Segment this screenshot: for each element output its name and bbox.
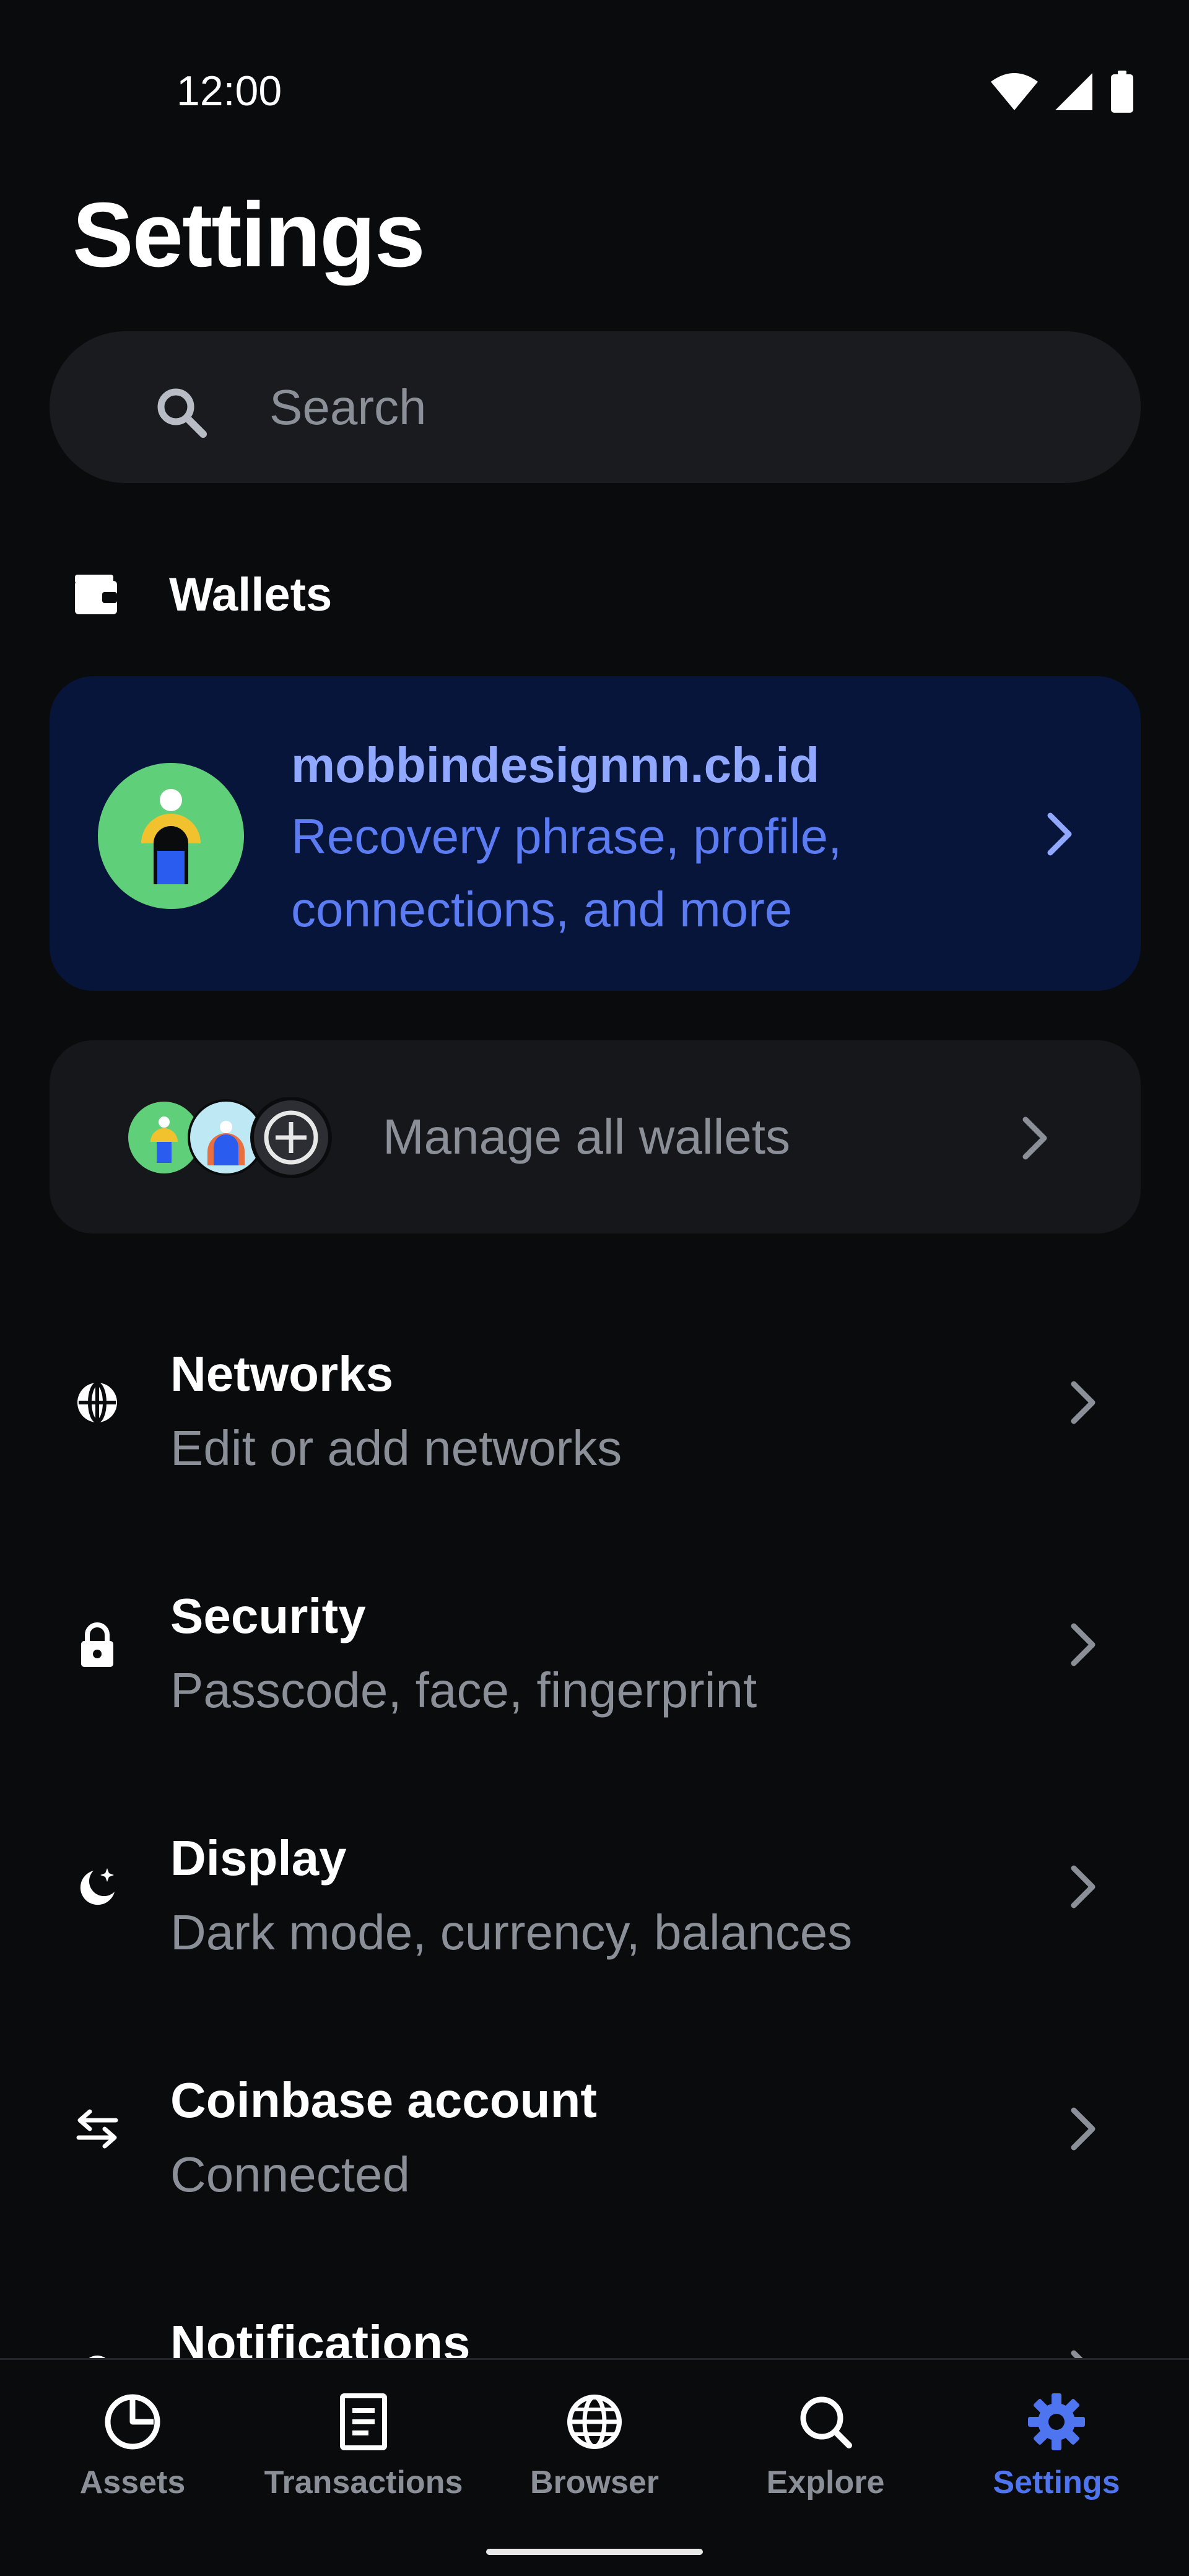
wallet-avatars-stack bbox=[128, 1097, 332, 1178]
chevron-right-icon bbox=[1071, 2107, 1095, 2151]
chevron-right-icon bbox=[1071, 1623, 1095, 1666]
lock-icon bbox=[81, 1622, 113, 1667]
status-time: 12:00 bbox=[176, 67, 282, 115]
wallet-avatar bbox=[98, 763, 244, 909]
nav-label: Assets bbox=[79, 2465, 186, 2500]
globe-icon bbox=[77, 1382, 117, 1423]
battery-icon bbox=[1111, 71, 1133, 113]
cellular-signal-icon bbox=[1055, 73, 1092, 110]
nav-label: Browser bbox=[529, 2465, 660, 2500]
settings-item-title: Security bbox=[170, 1588, 366, 1643]
nav-tab-settings[interactable]: Settings bbox=[954, 2360, 1159, 2515]
settings-item-networks[interactable]: Networks Edit or add networks bbox=[0, 1310, 1189, 1495]
wallets-section-label: Wallets bbox=[169, 568, 333, 621]
gear-icon bbox=[1028, 2393, 1085, 2450]
nav-tab-explore[interactable]: Explore bbox=[723, 2360, 928, 2515]
settings-item-title: Display bbox=[170, 1830, 347, 1886]
wallet-card[interactable]: mobbindesignnn.cb.id Recovery phrase, pr… bbox=[50, 676, 1141, 991]
bottom-nav: Assets Transactions Browser Explore Sett… bbox=[0, 2358, 1189, 2576]
settings-item-subtitle: Dark mode, currency, balances bbox=[170, 1905, 853, 1960]
manage-wallets-button[interactable]: Manage all wallets bbox=[50, 1040, 1141, 1234]
settings-item-subtitle: Edit or add networks bbox=[170, 1421, 622, 1476]
settings-item-subtitle: Connected bbox=[170, 2147, 410, 2202]
swap-arrows-icon bbox=[76, 2109, 118, 2149]
status-bar: 12:00 bbox=[0, 0, 1189, 186]
receipt-icon bbox=[340, 2393, 387, 2450]
chevron-right-icon bbox=[1071, 1381, 1095, 1424]
home-indicator[interactable] bbox=[486, 2549, 703, 2555]
nav-tab-assets[interactable]: Assets bbox=[30, 2360, 235, 2515]
wallet-icon bbox=[75, 575, 117, 614]
moon-icon bbox=[80, 1868, 115, 1905]
settings-item-subtitle: Passcode, face, fingerprint bbox=[170, 1663, 757, 1718]
search-placeholder: Search bbox=[269, 380, 427, 435]
settings-item-coinbase-account[interactable]: Coinbase account Connected bbox=[0, 2036, 1189, 2222]
nav-label: Transactions bbox=[264, 2465, 463, 2500]
status-icons bbox=[991, 67, 1135, 116]
manage-wallets-label: Manage all wallets bbox=[383, 1109, 791, 1164]
nav-tab-browser[interactable]: Browser bbox=[492, 2360, 697, 2515]
chevron-right-icon bbox=[1071, 1865, 1095, 1908]
search-icon bbox=[800, 2396, 852, 2448]
add-wallet-icon bbox=[250, 1097, 332, 1178]
search-icon bbox=[157, 388, 207, 438]
chevron-right-icon bbox=[1047, 812, 1072, 856]
page-title: Settings bbox=[72, 184, 425, 286]
settings-screen: 12:00 Settings Search Wallets mobbindesi… bbox=[0, 0, 1189, 2576]
nav-label: Settings bbox=[993, 2465, 1120, 2500]
settings-item-title: Coinbase account bbox=[170, 2073, 598, 2128]
search-input[interactable]: Search bbox=[50, 331, 1141, 483]
settings-item-security[interactable]: Security Passcode, face, fingerprint bbox=[0, 1552, 1189, 1738]
chevron-right-icon bbox=[1022, 1116, 1047, 1160]
wallet-description: Recovery phrase, profile, connections, a… bbox=[291, 809, 842, 937]
globe-icon bbox=[567, 2395, 622, 2449]
wallets-section-header: Wallets bbox=[72, 560, 332, 629]
settings-item-title: Networks bbox=[170, 1346, 394, 1401]
wifi-icon bbox=[991, 73, 1038, 110]
pie-chart-icon bbox=[105, 2394, 160, 2450]
wallet-name: mobbindesignnn.cb.id bbox=[291, 738, 820, 793]
nav-label: Explore bbox=[766, 2465, 885, 2500]
nav-tab-transactions[interactable]: Transactions bbox=[261, 2360, 466, 2515]
settings-item-display[interactable]: Display Dark mode, currency, balances bbox=[0, 1794, 1189, 1980]
